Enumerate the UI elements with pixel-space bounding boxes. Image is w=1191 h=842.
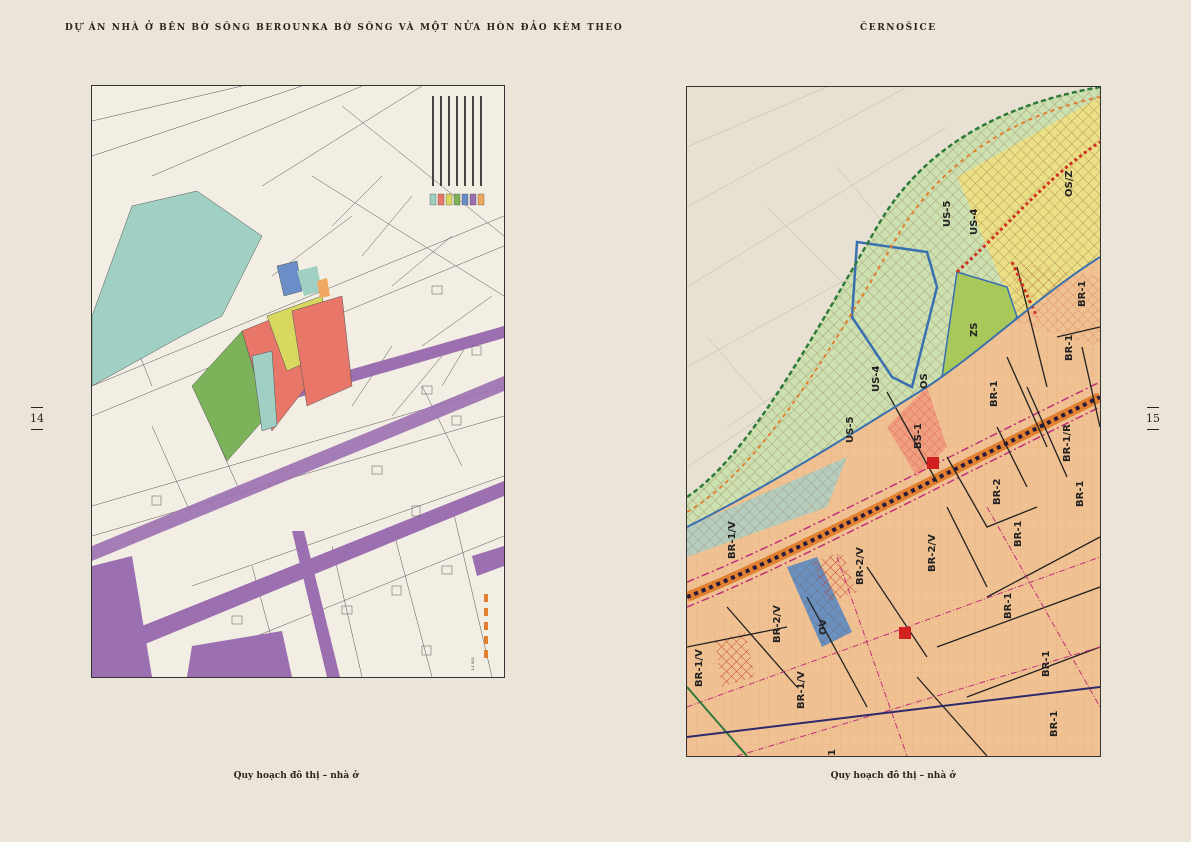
zone-label: BR-1/V bbox=[727, 521, 738, 559]
zone-label: BR-2/V bbox=[855, 547, 866, 585]
zone-label: BR-1 bbox=[1041, 651, 1052, 677]
cadastral-map-left: 1:1 000 bbox=[91, 85, 505, 678]
zone-label: US-5 bbox=[942, 201, 953, 227]
running-header-right: ČERNOŠICE bbox=[860, 23, 937, 33]
zoning-map-right: US-5 US-4 OS/Z ZS US-4 OS US-5 BS-1 BR-1… bbox=[686, 86, 1101, 757]
running-header-left: DỰ ÁN NHÀ Ở BÊN BỜ SÔNG BEROUNKA BỜ SÔNG… bbox=[65, 23, 624, 33]
figure-caption-left: Quy hoạch đô thị – nhà ở bbox=[233, 771, 359, 781]
zone-label: BR-2/V bbox=[772, 605, 783, 643]
zone-label: BR-1/V bbox=[796, 671, 807, 709]
zone-label: US-4 bbox=[871, 366, 882, 392]
zone-label: BR-2/V bbox=[927, 534, 938, 572]
zone-label: BR-1/R bbox=[1062, 424, 1073, 462]
map-legend bbox=[429, 96, 485, 206]
zone-label: 1 bbox=[827, 749, 838, 756]
zone-label: BR-1 bbox=[1003, 593, 1014, 619]
zone-label: BR-2 bbox=[992, 479, 1003, 505]
zone-label: ZS bbox=[969, 323, 980, 337]
zone-label: BR-1 bbox=[1075, 481, 1086, 507]
zone-label: OV bbox=[818, 619, 829, 635]
zone-label: BR-1 bbox=[1013, 521, 1024, 547]
zone-label: BS-1 bbox=[913, 423, 924, 449]
zone-label: BR-1 bbox=[1064, 335, 1075, 361]
scale-bar: 1:1 000 bbox=[471, 594, 488, 671]
zone-label: BR-1/V bbox=[694, 649, 705, 687]
zone-label: OS bbox=[919, 373, 930, 389]
cadastral-map-svg: 1:1 000 bbox=[92, 86, 504, 677]
scale-label: 1:1 000 bbox=[471, 657, 475, 671]
zone-label: BR-1 bbox=[989, 381, 1000, 407]
zone-label: BR-1 bbox=[1049, 711, 1060, 737]
zone-label: BR-1 bbox=[1077, 281, 1088, 307]
page-number-right: 15 bbox=[1146, 407, 1160, 430]
figure-caption-right: Quy hoạch đô thị – nhà ở bbox=[830, 771, 956, 781]
zone-label: OS/Z bbox=[1064, 170, 1075, 197]
zoning-map-svg: US-5 US-4 OS/Z ZS US-4 OS US-5 BS-1 BR-1… bbox=[687, 87, 1100, 756]
zone-label: US-4 bbox=[969, 209, 980, 235]
zone-label: US-5 bbox=[845, 417, 856, 443]
page-number-left: 14 bbox=[30, 407, 44, 430]
